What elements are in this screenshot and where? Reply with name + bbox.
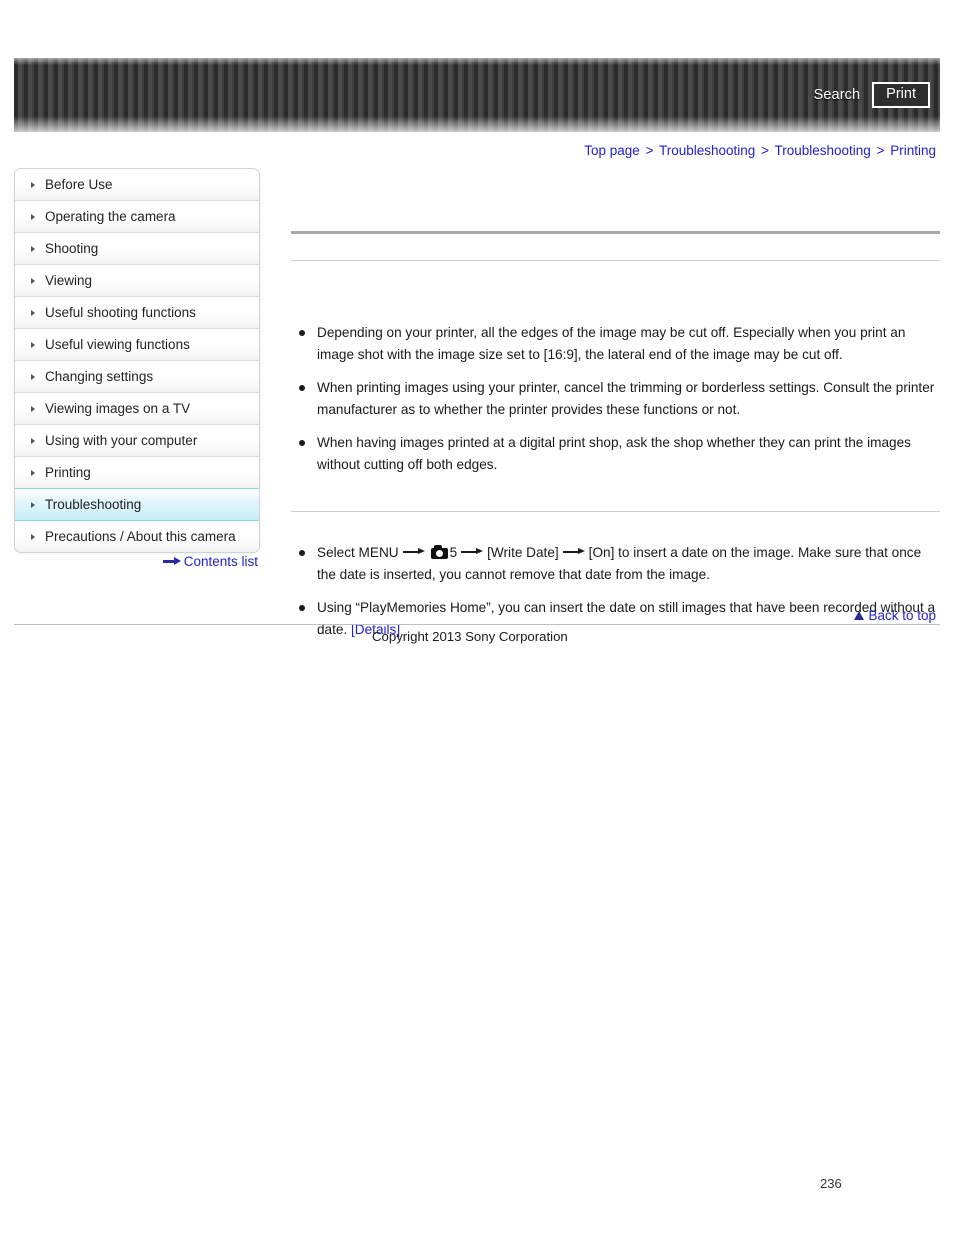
- list-item: When printing images using your printer,…: [291, 377, 940, 420]
- sidebar-item-label: Troubleshooting: [45, 497, 142, 512]
- camera-mode-icon: [430, 545, 448, 559]
- search-button[interactable]: Search: [814, 87, 861, 103]
- menu-path-part1: Select MENU: [317, 545, 399, 560]
- page-number: 236: [820, 1176, 842, 1191]
- sidebar-item-label: Before Use: [45, 177, 113, 192]
- triangle-up-icon: [854, 611, 865, 620]
- sidebar-item-before-use[interactable]: Before Use: [15, 169, 259, 201]
- triangle-right-icon: [31, 533, 35, 540]
- menu-number: 5: [449, 545, 458, 560]
- triangle-right-icon: [31, 277, 35, 284]
- triangle-right-icon: [31, 437, 35, 444]
- sidebar-item-viewing-images-on-a-tv[interactable]: Viewing images on a TV: [15, 393, 259, 425]
- triangle-right-icon: [31, 373, 35, 380]
- breadcrumb-item-top-page[interactable]: Top page: [584, 143, 640, 158]
- content-spacer-3: [291, 512, 940, 542]
- contents-list-link[interactable]: Contents list: [14, 554, 258, 569]
- write-date-notes-list: Select MENU 5 [Write Date] [On] to insert a…: [291, 542, 940, 640]
- arrow-right-icon: [562, 547, 585, 558]
- content-spacer-1: [291, 261, 940, 322]
- contents-list-label: Contents list: [183, 554, 258, 569]
- breadcrumb-separator: >: [876, 143, 885, 158]
- triangle-right-icon: [31, 213, 35, 220]
- menu-path-part2: [Write Date]: [487, 545, 559, 560]
- sidebar-item-precautions-about-this-camera[interactable]: Precautions / About this camera: [15, 521, 259, 552]
- sidebar-item-viewing[interactable]: Viewing: [15, 265, 259, 297]
- triangle-right-icon: [31, 501, 35, 508]
- breadcrumb-separator: >: [645, 143, 654, 158]
- sidebar-item-printing[interactable]: Printing: [15, 457, 259, 489]
- triangle-right-icon: [31, 181, 35, 188]
- triangle-right-icon: [31, 341, 35, 348]
- sidebar-item-label: Shooting: [45, 241, 99, 256]
- list-item: Select MENU 5 [Write Date] [On] to insert a…: [291, 542, 940, 585]
- sidebar-item-useful-viewing-functions[interactable]: Useful viewing functions: [15, 329, 259, 361]
- sidebar-item-label: Viewing: [45, 273, 93, 288]
- sidebar-item-label: Useful shooting functions: [45, 305, 196, 320]
- triangle-right-icon: [31, 309, 35, 316]
- sidebar-item-label: Operating the camera: [45, 209, 176, 224]
- breadcrumb-separator: >: [761, 143, 769, 158]
- breadcrumb-item-troubleshooting[interactable]: Troubleshooting: [659, 143, 755, 158]
- triangle-right-icon: [31, 405, 35, 412]
- sidebar-item-label: Using with your computer: [45, 433, 198, 448]
- sidebar-item-label: Viewing images on a TV: [45, 401, 191, 416]
- breadcrumb: Top page > Troubleshooting > Troubleshoo…: [584, 143, 936, 158]
- sidebar-item-label: Changing settings: [45, 369, 154, 384]
- list-item: When having images printed at a digital …: [291, 432, 940, 475]
- breadcrumb-item-troubleshooting-2[interactable]: Troubleshooting: [774, 143, 870, 158]
- sidebar-item-shooting[interactable]: Shooting: [15, 233, 259, 265]
- list-item: Depending on your printer, all the edges…: [291, 322, 940, 365]
- sidebar-item-useful-shooting-functions[interactable]: Useful shooting functions: [15, 297, 259, 329]
- sidebar-item-label: Useful viewing functions: [45, 337, 190, 352]
- arrow-right-icon: [402, 547, 425, 558]
- page-title: [291, 234, 940, 260]
- header-banner: Search Print: [14, 58, 940, 132]
- content-spacer-2: [291, 475, 940, 511]
- main-content: Depending on your printer, all the edges…: [291, 168, 940, 640]
- top-spacer: [291, 168, 940, 231]
- arrow-right-icon: [162, 557, 181, 566]
- sidebar-item-changing-settings[interactable]: Changing settings: [15, 361, 259, 393]
- sidebar-item-operating-the-camera[interactable]: Operating the camera: [15, 201, 259, 233]
- header-tools: Search Print: [814, 58, 930, 132]
- triangle-right-icon: [31, 245, 35, 252]
- arrow-right-icon: [461, 547, 484, 558]
- back-to-top-link[interactable]: Back to top: [854, 608, 936, 623]
- print-button[interactable]: Print: [872, 81, 930, 109]
- back-to-top-label: Back to top: [868, 608, 936, 623]
- copyright-text: Copyright 2013 Sony Corporation: [372, 629, 568, 644]
- sidebar-navigation: Before Use Operating the camera Shooting…: [14, 168, 260, 553]
- breadcrumb-item-printing[interactable]: Printing: [890, 143, 936, 158]
- sidebar-item-using-with-your-computer[interactable]: Using with your computer: [15, 425, 259, 457]
- sidebar-item-label: Printing: [45, 465, 91, 480]
- printing-notes-list: Depending on your printer, all the edges…: [291, 322, 940, 475]
- sidebar-item-troubleshooting[interactable]: Troubleshooting: [15, 488, 259, 521]
- sidebar-item-label: Precautions / About this camera: [45, 529, 236, 544]
- triangle-right-icon: [31, 469, 35, 476]
- footer-divider: [14, 624, 940, 625]
